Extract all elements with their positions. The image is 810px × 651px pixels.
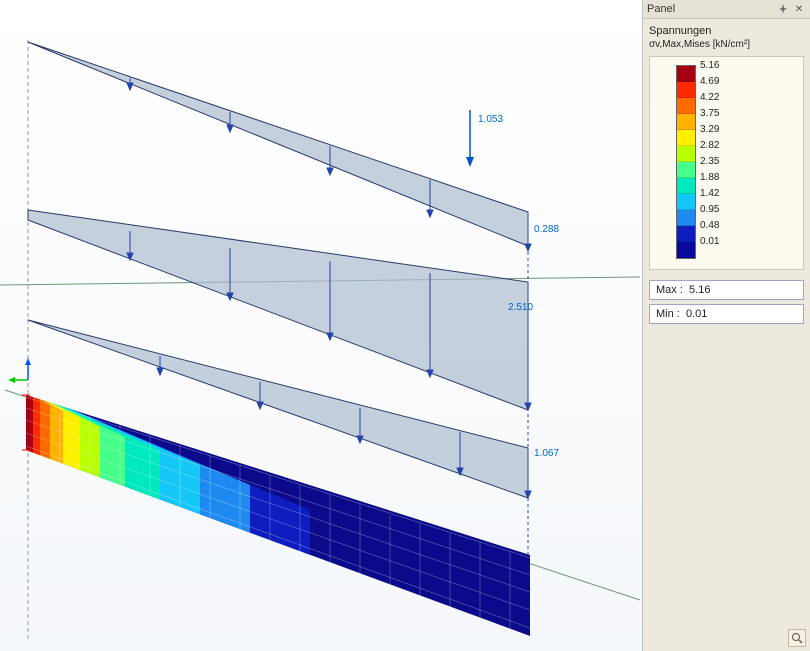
legend-value: 0.95 [700, 201, 719, 217]
color-seg [677, 194, 695, 210]
legend-value: 2.35 [700, 153, 719, 169]
color-seg [677, 162, 695, 178]
load-value-mid2: 2.510 [508, 302, 533, 313]
legend-value: 4.69 [700, 73, 719, 89]
color-seg [677, 146, 695, 162]
legend-unit: [kN/cm²] [713, 39, 750, 50]
color-bar-labels: 5.16 4.69 4.22 3.75 3.29 2.82 2.35 1.88 … [700, 57, 719, 249]
panel-title: Panel [647, 3, 774, 15]
viewport-canvas: 1.053 0.288 2.51 [0, 0, 642, 651]
load-diagram-1: 1.053 [28, 42, 531, 251]
legend-value: 1.42 [700, 185, 719, 201]
legend-subtitle: σv,Max,Mises [kN/cm²] [649, 39, 804, 50]
color-seg [677, 242, 695, 258]
stat-min: Min : 0.01 [649, 304, 804, 324]
color-seg [677, 226, 695, 242]
legend-value: 2.82 [700, 137, 719, 153]
legend-value: 3.75 [700, 105, 719, 121]
viewport-3d[interactable]: 1.053 0.288 2.51 [0, 0, 642, 651]
color-bar [676, 65, 696, 259]
load-value-top: 1.053 [478, 114, 503, 125]
stat-max-label: Max : [656, 284, 683, 296]
load-value-mid1: 0.288 [534, 224, 559, 235]
stress-contour-plot [22, 390, 530, 636]
stats-block: Max : 5.16 Min : 0.01 [649, 280, 804, 328]
color-seg [677, 82, 695, 98]
axis-triad [8, 358, 31, 383]
stat-min-value: 0.01 [686, 308, 707, 320]
side-panel: Panel ✕ Spannungen σv,Max,Mises [kN/cm²] [642, 0, 810, 651]
legend-value: 5.16 [700, 57, 719, 73]
color-seg [677, 210, 695, 226]
color-seg [677, 114, 695, 130]
legend-box: 5.16 4.69 4.22 3.75 3.29 2.82 2.35 1.88 … [649, 56, 804, 270]
pin-icon[interactable] [776, 2, 790, 16]
zoom-icon[interactable] [788, 629, 806, 647]
stat-max-value: 5.16 [689, 284, 710, 296]
color-seg [677, 98, 695, 114]
legend-value: 4.22 [700, 89, 719, 105]
legend-variable: σv,Max,Mises [649, 39, 710, 50]
panel-header: Panel ✕ [643, 0, 810, 19]
color-seg [677, 178, 695, 194]
legend-value: 1.88 [700, 169, 719, 185]
stat-max: Max : 5.16 [649, 280, 804, 300]
color-seg [677, 66, 695, 82]
load-value-bottom: 1.067 [534, 448, 559, 459]
legend-value: 0.48 [700, 217, 719, 233]
legend-value: 3.29 [700, 121, 719, 137]
legend-title: Spannungen [649, 25, 804, 37]
stat-min-label: Min : [656, 308, 680, 320]
color-seg [677, 130, 695, 146]
legend-value: 0.01 [700, 233, 719, 249]
panel-footer [643, 625, 810, 651]
close-icon[interactable]: ✕ [792, 2, 806, 16]
legend: Spannungen σv,Max,Mises [kN/cm²] [643, 19, 810, 270]
